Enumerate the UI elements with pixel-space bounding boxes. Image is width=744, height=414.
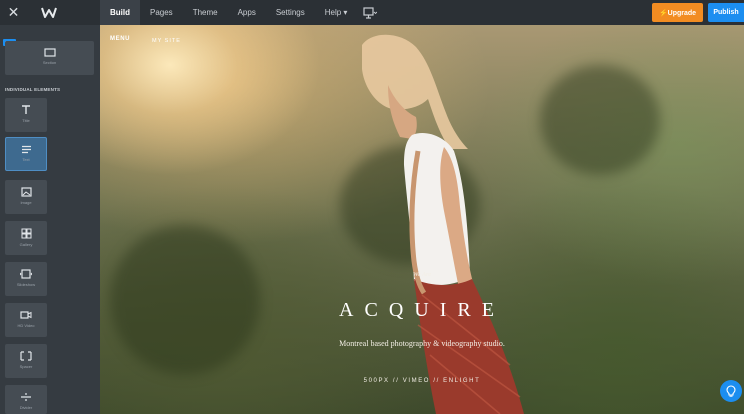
element-hd-video[interactable]: HD Video: [5, 303, 47, 337]
hero-social-links[interactable]: 500PX // VIMEO // ENLIGHT: [100, 378, 744, 384]
element-gallery-label: Gallery: [19, 242, 33, 247]
image-icon: [20, 187, 32, 197]
element-hd-video-label: HD Video: [17, 323, 35, 328]
elements-sidebar: NEW Section INDIVIDUAL ELEMENTS Title Te…: [0, 25, 100, 414]
lightbulb-icon: [726, 385, 736, 397]
hero-title[interactable]: ACQUIRE: [100, 299, 744, 322]
main-nav: Build Pages Theme Apps Settings Help ▾: [100, 0, 378, 25]
publish-button[interactable]: Publish: [708, 3, 744, 22]
video-camera-icon: [20, 311, 32, 319]
slideshow-icon: [20, 269, 32, 279]
divider-icon: [21, 393, 31, 401]
section-tile[interactable]: Section: [5, 41, 94, 75]
spacer-icon: [20, 351, 32, 361]
element-gallery[interactable]: Gallery: [5, 221, 47, 255]
element-spacer[interactable]: Spacer: [5, 344, 47, 378]
site-menu-button[interactable]: MENU: [110, 36, 130, 42]
element-spacer-label: Spacer: [19, 364, 33, 369]
tab-pages[interactable]: Pages: [140, 0, 183, 25]
hero-kicker[interactable]: We Are: [100, 271, 744, 278]
tab-settings[interactable]: Settings: [266, 0, 315, 25]
site-preview-canvas[interactable]: MENU MY SITE We Are ACQUIRE Montreal bas…: [100, 25, 744, 414]
lightbulb-help-icon[interactable]: [720, 380, 742, 402]
element-text-label: Text: [22, 157, 30, 162]
text-lines-icon: [21, 145, 31, 154]
hero-photo-woman: [362, 34, 524, 414]
monitor-dropdown-icon[interactable]: [363, 6, 378, 19]
weebly-logo-icon[interactable]: [40, 5, 58, 20]
title-T-icon: [22, 105, 30, 114]
element-slideshow[interactable]: Slideshow: [5, 262, 47, 296]
close-icon[interactable]: ✕: [7, 5, 20, 19]
section-icon: [43, 48, 56, 57]
upgrade-button[interactable]: ⚡Upgrade: [652, 3, 703, 22]
element-text[interactable]: Text: [5, 137, 47, 171]
section-tile-label: Section: [42, 60, 57, 65]
element-divider-label: Divider: [19, 405, 33, 410]
individual-elements-heading: INDIVIDUAL ELEMENTS: [5, 87, 61, 92]
element-title-label: Title: [22, 118, 30, 123]
tab-help[interactable]: Help ▾: [315, 0, 358, 25]
tab-theme[interactable]: Theme: [183, 0, 228, 25]
hero-subtitle[interactable]: Montreal based photography & videography…: [100, 339, 744, 348]
element-image[interactable]: Image: [5, 180, 47, 214]
element-title[interactable]: Title: [5, 98, 47, 132]
top-toolbar: ✕ Build Pages Theme Apps Settings Help ▾…: [0, 0, 744, 25]
tab-apps[interactable]: Apps: [228, 0, 266, 25]
element-image-label: Image: [20, 200, 32, 205]
tab-build[interactable]: Build: [100, 0, 140, 25]
element-slideshow-label: Slideshow: [16, 282, 36, 287]
site-name[interactable]: MY SITE: [152, 38, 181, 44]
element-divider[interactable]: Divider: [5, 385, 47, 414]
gallery-grid-icon: [21, 228, 31, 239]
